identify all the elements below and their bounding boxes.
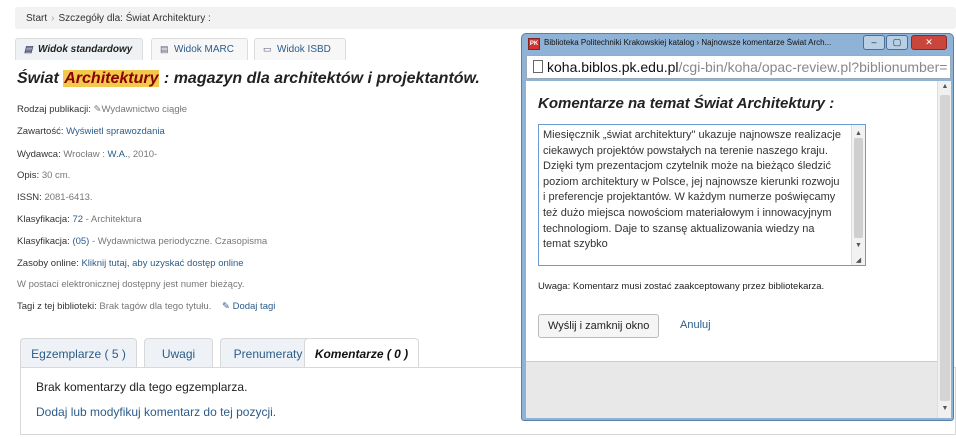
review-form: Komentarze na temat Świat Architektury :… — [526, 81, 937, 361]
tab-comments[interactable]: Komentarze ( 0 ) — [304, 338, 419, 369]
library-favicon-icon: PK — [528, 38, 540, 50]
popup-scroll-thumb[interactable] — [940, 95, 950, 401]
pencil-icon: ✎ — [93, 104, 102, 115]
list-icon: ▤ — [160, 44, 169, 54]
online-resources-field: Zasoby online: Kliknij tutaj, aby uzyska… — [17, 258, 244, 269]
popup-footer-area — [526, 361, 937, 418]
comment-popup-window: PK Biblioteka Politechniki Krakowskiej k… — [521, 33, 954, 421]
textarea-scroll-thumb[interactable] — [854, 138, 863, 238]
tag-icon[interactable]: ✎ — [222, 301, 230, 312]
popup-content: Komentarze na temat Świat Architektury :… — [526, 81, 951, 418]
window-titlebar[interactable]: PK Biblioteka Politechniki Krakowskiej k… — [522, 34, 953, 54]
publication-type-field: Rodzaj publikacji: ✎Wydawnictwo ciągłe — [17, 104, 187, 115]
issn-field: ISSN: 2081-6413. — [17, 192, 93, 203]
classification-field-1: Klasyfikacja: 72 - Architektura — [17, 214, 142, 225]
textarea-scrollbar[interactable]: ▲ ▼ ◢ — [851, 125, 865, 265]
resize-grip-icon[interactable]: ◢ — [854, 253, 863, 265]
classification-link-72[interactable]: 72 — [72, 214, 83, 225]
maximize-icon[interactable]: ▢ — [886, 35, 908, 50]
tab-subscriptions[interactable]: Prenumeraty — [220, 338, 316, 368]
show-reports-link[interactable]: Wyświetl sprawozdania — [66, 126, 165, 137]
list-icon: ▤ — [24, 44, 33, 54]
breadcrumb-separator: › — [51, 13, 55, 24]
online-access-link[interactable]: Kliknij tutaj, aby uzyskać dostęp online — [81, 258, 243, 269]
submit-and-close-button[interactable]: Wyślij i zamknij okno — [538, 314, 660, 338]
record-title: Świat Architektury : magazyn dla archite… — [17, 70, 480, 87]
minimize-icon[interactable]: – — [863, 35, 885, 50]
book-icon: ▭ — [263, 44, 272, 54]
cancel-link[interactable]: Anuluj — [680, 319, 711, 331]
scroll-down-icon[interactable]: ▼ — [854, 238, 863, 254]
publisher-field: Wydawca: Wrocław : W.A., 2010- — [17, 149, 158, 160]
popup-heading: Komentarze na temat Świat Architektury : — [538, 95, 835, 112]
search-term-highlight: Architektury — [63, 70, 160, 87]
classification-field-2: Klasyfikacja: (05) - Wydawnictwa periody… — [17, 236, 268, 247]
breadcrumb: Start › Szczegóły dla: Świat Architektury … — [15, 7, 956, 29]
scroll-down-icon[interactable]: ▼ — [940, 405, 950, 412]
no-comments-text: Brak komentarzy dla tego egzemplarza. — [36, 380, 248, 394]
close-icon[interactable]: ✕ — [911, 35, 947, 50]
window-title: Biblioteka Politechniki Krakowskiej kata… — [544, 38, 832, 47]
contents-field: Zawartość: Wyświetl sprawozdania — [17, 126, 165, 137]
moderation-note: Uwaga: Komentarz musi zostać zaakceptowa… — [538, 281, 825, 292]
breadcrumb-current-link[interactable]: Szczegóły dla: Świat Architektury : — [58, 13, 210, 24]
publisher-link[interactable]: W.A. — [108, 149, 128, 160]
classification-link-05[interactable]: (05) — [72, 236, 89, 247]
tab-standard-view[interactable]: ▤ Widok standardowy — [15, 38, 143, 60]
tags-field: Tagi z tej biblioteki: Brak tagów dla te… — [17, 301, 276, 312]
description-field: Opis: 30 cm. — [17, 170, 71, 181]
comment-textarea[interactable]: Miesięcznik „świat architektury" ukazuje… — [538, 124, 866, 266]
popup-scrollbar[interactable]: ▲ ▼ — [937, 81, 951, 418]
breadcrumb-home-link[interactable]: Start — [26, 13, 47, 24]
tab-marc-view[interactable]: ▤ Widok MARC — [151, 38, 248, 60]
add-comment-link[interactable]: Dodaj lub modyfikuj komentarz do tej poz… — [36, 405, 276, 419]
tab-isbd-view[interactable]: ▭ Widok ISBD — [254, 38, 346, 60]
electronic-note: W postaci elektronicznej dostępny jest n… — [17, 279, 245, 290]
tab-items[interactable]: Egzemplarze ( 5 ) — [20, 338, 137, 368]
add-tags-link[interactable]: Dodaj tagi — [233, 301, 276, 312]
scroll-up-icon[interactable]: ▲ — [940, 83, 950, 90]
page-icon — [533, 60, 543, 73]
address-bar[interactable]: koha.biblos.pk.edu.pl/cgi-bin/koha/opac-… — [526, 55, 951, 79]
tab-notes[interactable]: Uwagi — [144, 338, 213, 368]
